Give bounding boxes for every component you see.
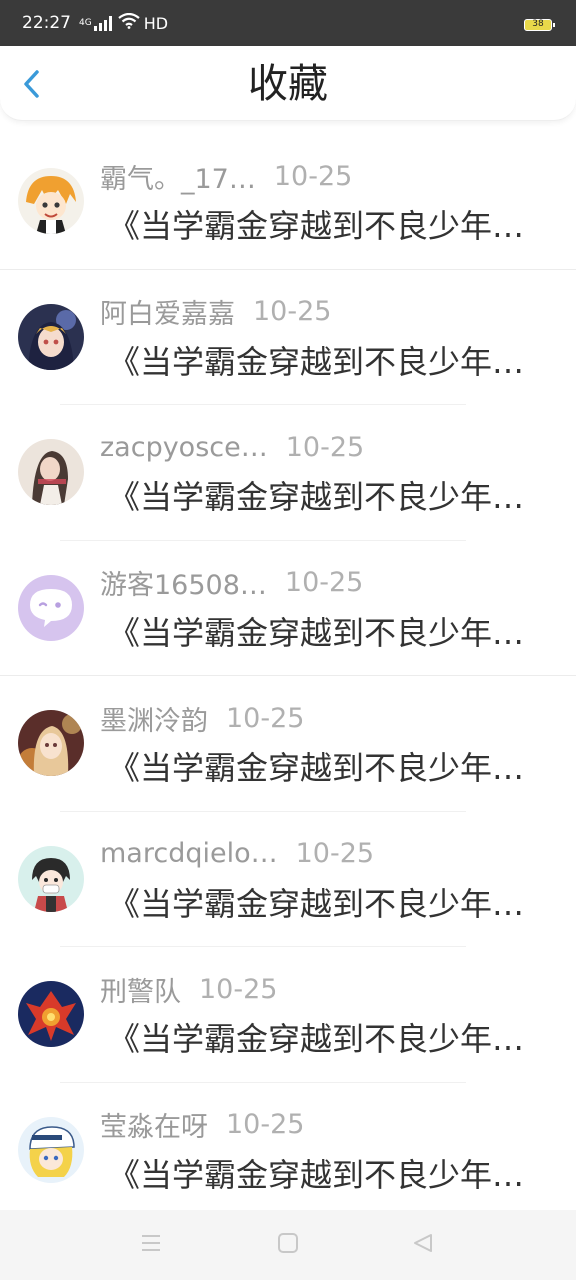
battery-icon: 38: [524, 19, 555, 31]
default-chat-bubble-avatar: [18, 574, 84, 641]
page-title: 收藏: [248, 61, 328, 107]
book-title[interactable]: 《当学霸金穿越到不良少年…: [108, 748, 524, 788]
username[interactable]: 刑警队: [100, 970, 181, 1009]
list-item[interactable]: 游客16508… 10-25 《当学霸金穿越到不良少年…: [0, 541, 576, 676]
list-item[interactable]: marcdqielo… 10-25 《当学霸金穿越到不良少年…: [0, 812, 576, 947]
username[interactable]: marcdqielo…: [100, 838, 278, 869]
nav-back-button[interactable]: [412, 1232, 434, 1258]
girl-photo-avatar: [18, 439, 84, 505]
red-phoenix-avatar: [18, 981, 84, 1047]
item-meta: 莹淼在呀 10-25: [100, 1105, 304, 1145]
list-item[interactable]: 莹淼在呀 10-25 《当学霸金穿越到不良少年…: [0, 1083, 576, 1219]
username[interactable]: 游客16508…: [100, 563, 267, 602]
username[interactable]: 墨渊泠韵: [100, 699, 208, 738]
book-title[interactable]: 《当学霸金穿越到不良少年…: [108, 613, 524, 653]
item-meta: 墨渊泠韵 10-25: [100, 698, 304, 738]
status-bar: 22:27 4G HD 38: [0, 0, 576, 46]
date: 10-25: [285, 431, 365, 463]
date: 10-25: [226, 702, 305, 734]
avatar[interactable]: [18, 574, 84, 641]
book-title[interactable]: 《当学霸金穿越到不良少年…: [108, 884, 524, 924]
username[interactable]: 阿白爱嘉嘉: [100, 292, 235, 331]
item-meta: 刑警队 10-25: [100, 969, 277, 1009]
network-hd-label: HD: [143, 13, 169, 33]
list-item[interactable]: zacpyosce… 10-25 《当学霸金穿越到不良少年…: [0, 405, 576, 541]
signal-bars-icon: [93, 15, 112, 31]
favorites-list: 霸气。_17… 10-25 《当学霸金穿越到不良少年… 阿白爱嘉嘉 10-25 …: [0, 134, 576, 1218]
avatar[interactable]: [18, 303, 84, 370]
menu-icon: [142, 1235, 160, 1251]
date: 10-25: [284, 567, 364, 598]
date: 10-25: [199, 973, 278, 1005]
book-title[interactable]: 《当学霸金穿越到不良少年…: [108, 206, 524, 246]
username[interactable]: zacpyosce…: [100, 432, 268, 463]
item-meta: 阿白爱嘉嘉 10-25: [100, 292, 331, 332]
anime-orange-hair-avatar: [18, 168, 84, 234]
date: 10-25: [253, 296, 332, 327]
date: 10-25: [226, 1109, 305, 1140]
item-meta: marcdqielo… 10-25: [100, 834, 374, 874]
list-item[interactable]: 霸气。_17… 10-25 《当学霸金穿越到不良少年…: [0, 134, 576, 270]
list-item[interactable]: 刑警队 10-25 《当学霸金穿越到不良少年…: [0, 947, 576, 1083]
username[interactable]: 莹淼在呀: [100, 1105, 208, 1144]
book-title[interactable]: 《当学霸金穿越到不良少年…: [108, 1019, 524, 1059]
list-item[interactable]: 墨渊泠韵 10-25 《当学霸金穿越到不良少年…: [0, 676, 576, 812]
signal-type-label: 4G: [79, 18, 92, 28]
avatar[interactable]: [18, 439, 84, 505]
avatar[interactable]: [18, 845, 84, 912]
avatar[interactable]: [18, 710, 84, 776]
anime-mask-avatar: [18, 845, 84, 912]
date: 10-25: [295, 838, 375, 869]
system-nav-bar: [0, 1210, 576, 1280]
item-meta: 游客16508… 10-25: [100, 563, 363, 603]
home-button[interactable]: [277, 1232, 299, 1258]
book-title[interactable]: 《当学霸金穿越到不良少年…: [108, 477, 524, 517]
avatar[interactable]: [18, 1116, 84, 1183]
back-triangle-icon: [414, 1234, 432, 1252]
book-title[interactable]: 《当学霸金穿越到不良少年…: [108, 342, 524, 382]
status-time: 22:27: [22, 13, 71, 33]
menu-button[interactable]: [140, 1232, 162, 1258]
avatar[interactable]: [18, 168, 84, 234]
avatar[interactable]: [18, 981, 84, 1047]
book-title[interactable]: 《当学霸金穿越到不良少年…: [108, 1155, 524, 1195]
item-meta: zacpyosce… 10-25: [100, 427, 364, 467]
list-item[interactable]: 阿白爱嘉嘉 10-25 《当学霸金穿越到不良少年…: [0, 270, 576, 405]
anime-warm-light-avatar: [18, 710, 84, 776]
home-square-icon: [278, 1233, 298, 1253]
wifi-icon: [118, 12, 140, 34]
date: 10-25: [273, 160, 353, 192]
anime-white-cap-avatar: [18, 1116, 84, 1183]
item-meta: 霸气。_17… 10-25: [100, 156, 352, 196]
username[interactable]: 霸气。_17…: [100, 157, 256, 196]
anime-dark-blue-avatar: [18, 303, 84, 370]
app-header: 收藏: [0, 46, 576, 121]
